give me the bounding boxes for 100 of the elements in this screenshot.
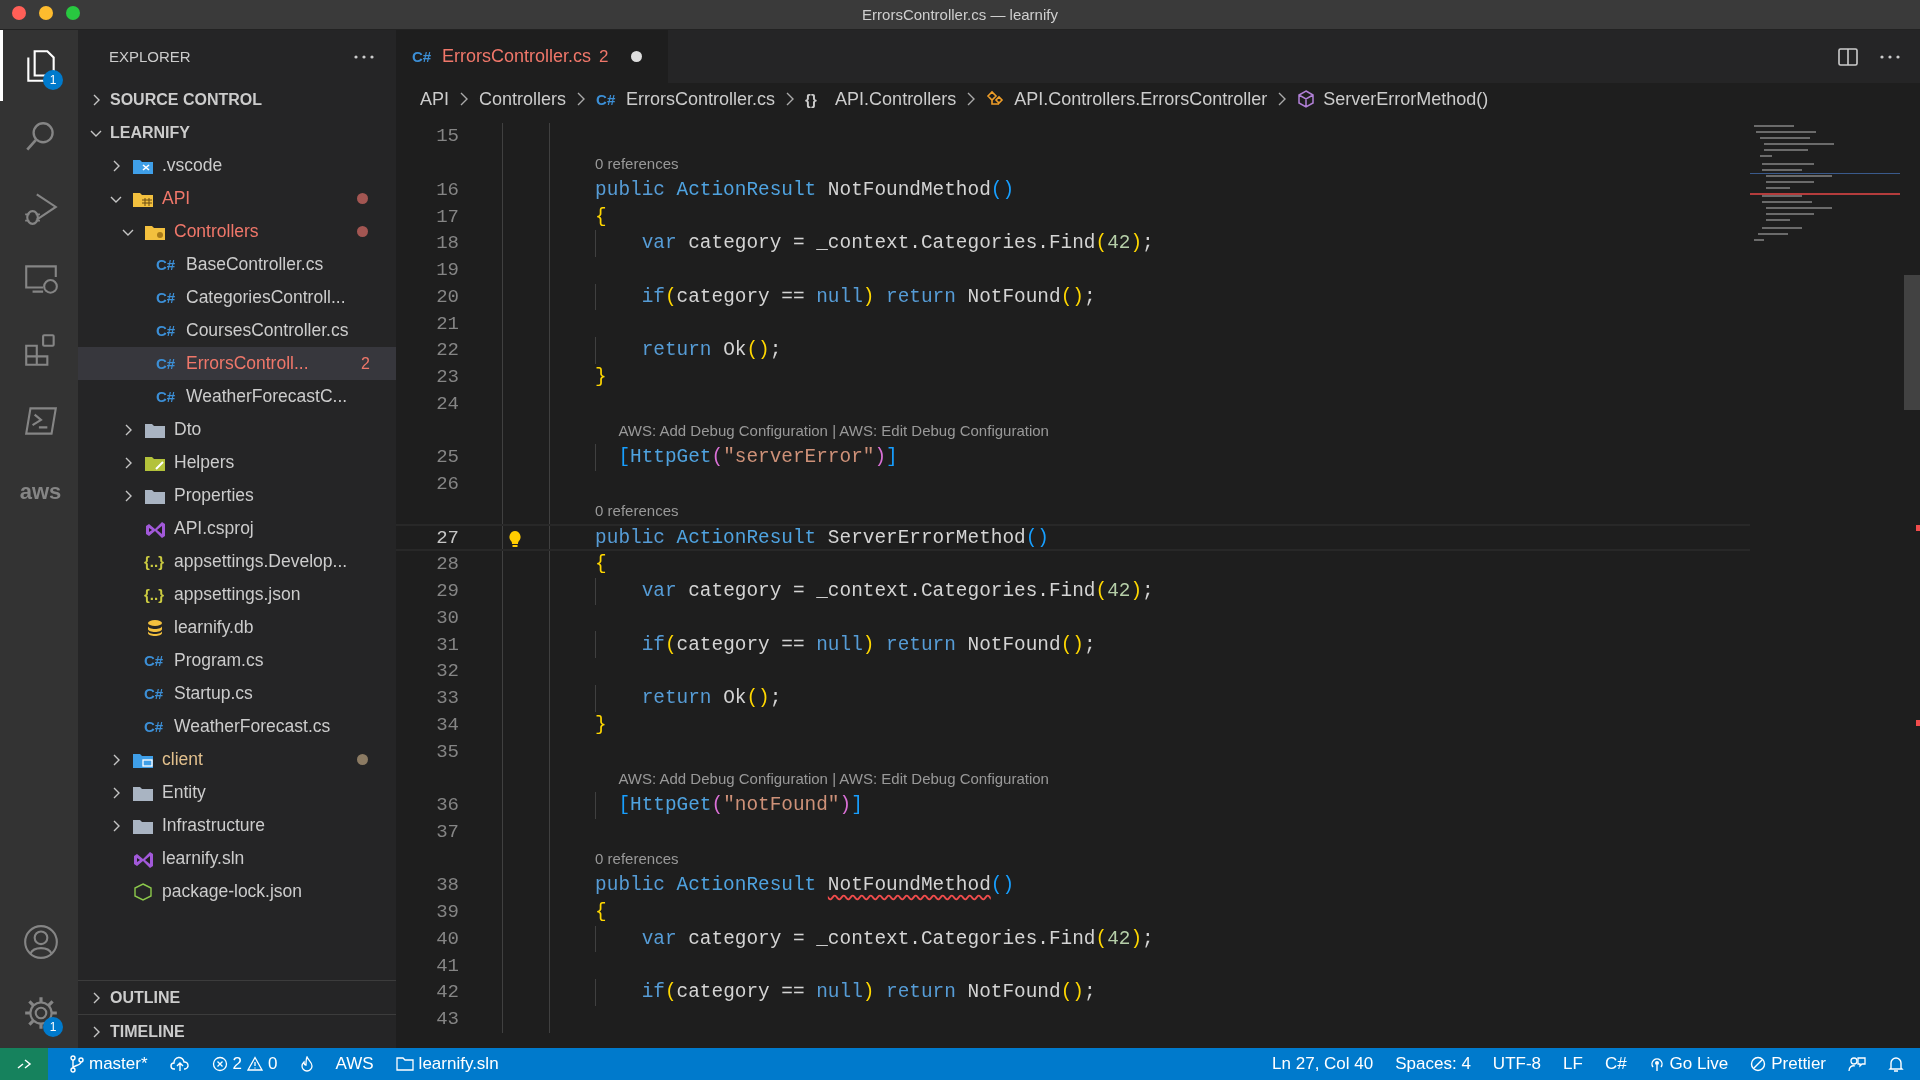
line-number: 32 — [435, 660, 459, 683]
section-header[interactable]: LEARNIFY — [78, 116, 396, 149]
tree-item[interactable]: Properties — [78, 479, 396, 512]
chevron-right-icon — [785, 92, 796, 106]
minimize-button[interactable] — [39, 6, 53, 20]
split-editor-icon[interactable] — [1838, 47, 1858, 66]
feedback-icon[interactable] — [1848, 1055, 1866, 1073]
tree-item[interactable]: package-lock.json — [78, 875, 396, 908]
file-name: Controllers — [174, 221, 260, 242]
notification-badge: 1 — [43, 1017, 63, 1037]
file-name: Dto — [174, 419, 203, 440]
account-icon[interactable] — [21, 922, 60, 961]
lightbulb-icon[interactable] — [508, 530, 522, 549]
flame-icon[interactable] — [299, 1056, 314, 1072]
tree-item[interactable]: client — [78, 743, 396, 776]
line-number: 38 — [435, 874, 459, 897]
file-name: WeatherForecastC... — [186, 386, 349, 407]
chevron-right-icon — [459, 92, 469, 106]
line-number: 40 — [435, 927, 459, 950]
prettier-button[interactable]: Prettier — [1750, 1054, 1826, 1074]
branch-button[interactable]: master* — [70, 1054, 148, 1074]
problems-button[interactable]: 2 0 — [211, 1054, 278, 1074]
line-number: 39 — [435, 901, 459, 924]
bell-icon[interactable] — [1888, 1055, 1904, 1073]
line-number: 23 — [435, 366, 459, 389]
code-lens[interactable]: AWS: Add Debug Configuration | AWS: Edit Debug Configuration — [618, 769, 1049, 787]
cloud-upload-icon[interactable] — [169, 1056, 190, 1072]
code-line: } — [595, 713, 607, 736]
breadcrumb[interactable]: ServerErrorMethod() — [1323, 88, 1489, 110]
code-lens[interactable]: 0 references — [595, 154, 679, 172]
section-header[interactable]: SOURCE CONTROL — [78, 83, 396, 116]
status-item[interactable]: Ln 27, Col 40 — [1272, 1054, 1374, 1074]
file-name: WeatherForecast.cs — [174, 716, 332, 737]
close-button[interactable] — [12, 6, 26, 20]
notification-badge: 1 — [43, 70, 63, 90]
chevron-right-icon — [1277, 92, 1288, 106]
file-type-icon: C# — [144, 652, 166, 669]
code-lens[interactable]: AWS: Add Debug Configuration | AWS: Edit Debug Configuration — [618, 422, 1049, 440]
tree-item[interactable]: C# WeatherForecastC... — [78, 380, 396, 413]
breadcrumb[interactable]: API.Controllers — [835, 88, 957, 110]
breadcrumb[interactable]: Controllers — [479, 88, 567, 110]
tree-item[interactable]: API.csproj — [78, 512, 396, 545]
chevron-right-icon — [576, 92, 587, 106]
status-item[interactable]: AWS — [335, 1054, 374, 1074]
editor-tab[interactable]: C# ErrorsController.cs 2 — [396, 30, 668, 83]
tree-item[interactable]: Entity — [78, 776, 396, 809]
tree-item[interactable]: Controllers — [78, 215, 396, 248]
tree-item[interactable]: {..} appsettings.json — [78, 578, 396, 611]
status-item[interactable]: Spaces: 4 — [1395, 1054, 1471, 1074]
section-header[interactable]: OUTLINE — [78, 981, 396, 1014]
breadcrumb[interactable]: API — [420, 88, 449, 110]
tree-item[interactable]: C# CoursesController.cs — [78, 314, 396, 347]
line-number: 30 — [435, 606, 459, 629]
zoom-button[interactable] — [66, 6, 80, 20]
section-header[interactable]: TIMELINE — [78, 1015, 396, 1048]
file-type-icon: C# — [156, 322, 178, 339]
go-live-button[interactable]: Go Live — [1648, 1054, 1729, 1074]
tree-item[interactable]: {..} appsettings.Develop... — [78, 545, 396, 578]
tree-item[interactable]: API — [78, 182, 396, 215]
tree-item[interactable]: Infrastructure — [78, 809, 396, 842]
scrollbar-thumb[interactable] — [1904, 275, 1920, 410]
file-name: Helpers — [174, 452, 236, 473]
unsaved-dot — [630, 51, 642, 62]
file-type-icon: {..} — [144, 586, 166, 603]
problem-count: 2 — [599, 46, 609, 67]
tree-item[interactable]: C# WeatherForecast.cs — [78, 710, 396, 743]
status-item[interactable]: C# — [1604, 1054, 1627, 1074]
breadcrumb[interactable]: ErrorsController.cs — [626, 88, 776, 110]
tree-item[interactable]: C# Startup.cs — [78, 677, 396, 710]
file-type-icon: {..} — [144, 553, 166, 570]
more-actions-icon[interactable] — [354, 54, 374, 59]
code-line: if(category == null) return NotFound(); — [641, 981, 1096, 1004]
file-name: Startup.cs — [174, 683, 254, 704]
code-line: var category = _context.Categories.Find(42); — [641, 232, 1154, 255]
solution-button[interactable]: learnify.sln — [395, 1054, 499, 1074]
status-item[interactable]: UTF-8 — [1492, 1054, 1542, 1074]
code-line: [HttpGet("serverError")] — [618, 446, 898, 469]
tree-item[interactable]: learnify.sln — [78, 842, 396, 875]
code-lens[interactable]: 0 references — [595, 502, 679, 520]
line-number: 25 — [435, 446, 459, 469]
code-lens[interactable]: 0 references — [595, 850, 679, 868]
tree-item[interactable]: C# CategoriesControll... — [78, 281, 396, 314]
tree-item[interactable]: Dto — [78, 413, 396, 446]
tree-item[interactable]: Helpers — [78, 446, 396, 479]
status-item[interactable]: LF — [1563, 1054, 1583, 1074]
line-number: 22 — [435, 339, 459, 362]
chevron-right-icon — [966, 92, 977, 106]
file-name: Program.cs — [174, 650, 265, 671]
line-number: 20 — [435, 285, 459, 308]
tree-item[interactable]: C# Program.cs — [78, 644, 396, 677]
tree-item[interactable]: C# ErrorsControll... 2 — [78, 347, 396, 380]
tree-item[interactable]: learnify.db — [78, 611, 396, 644]
tree-item[interactable]: C# BaseController.cs — [78, 248, 396, 281]
file-name: CoursesController.cs — [186, 320, 350, 341]
tree-item[interactable]: .vscode — [78, 149, 396, 182]
code-line: [HttpGet("notFound")] — [618, 794, 863, 817]
code-line: if(category == null) return NotFound(); — [641, 633, 1096, 656]
more-actions-icon[interactable] — [1880, 54, 1900, 59]
breadcrumb[interactable]: API.Controllers.ErrorsController — [1014, 88, 1268, 110]
line-number: 21 — [435, 312, 459, 335]
